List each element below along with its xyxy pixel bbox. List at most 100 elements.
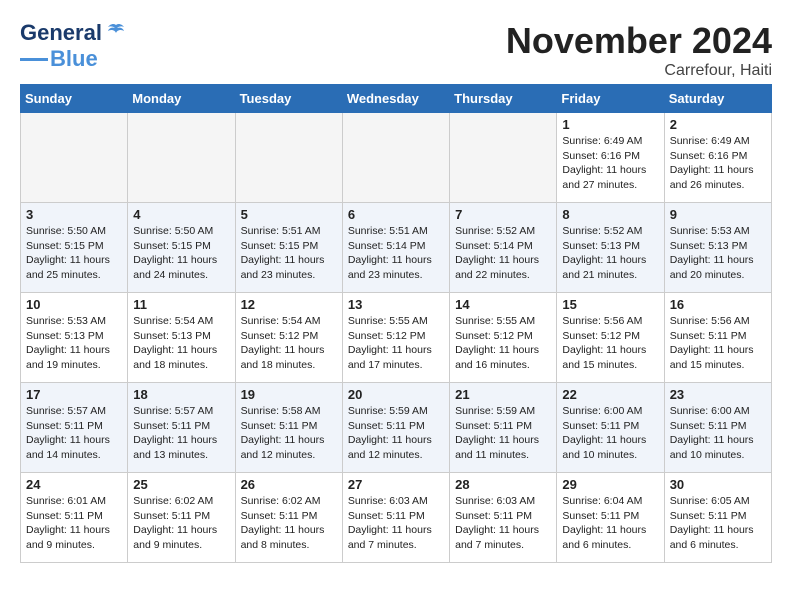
day-info: Sunrise: 5:59 AM Sunset: 5:11 PM Dayligh… <box>455 404 551 463</box>
day-info: Sunrise: 6:01 AM Sunset: 5:11 PM Dayligh… <box>26 494 122 553</box>
calendar-cell-w4-d6: 23 Sunrise: 6:00 AM Sunset: 5:11 PM Dayli… <box>664 383 771 473</box>
day-info: Sunrise: 5:53 AM Sunset: 5:13 PM Dayligh… <box>26 314 122 373</box>
day-number: 30 <box>670 477 766 492</box>
calendar-cell-w1-d6: 2 Sunrise: 6:49 AM Sunset: 6:16 PM Daylig… <box>664 113 771 203</box>
day-info: Sunrise: 6:05 AM Sunset: 5:11 PM Dayligh… <box>670 494 766 553</box>
day-number: 23 <box>670 387 766 402</box>
calendar-cell-w2-d0: 3 Sunrise: 5:50 AM Sunset: 5:15 PM Daylig… <box>21 203 128 293</box>
calendar-cell-w4-d0: 17 Sunrise: 5:57 AM Sunset: 5:11 PM Dayli… <box>21 383 128 473</box>
logo-bird-icon <box>104 21 128 45</box>
week-row-5: 24 Sunrise: 6:01 AM Sunset: 5:11 PM Dayli… <box>21 473 772 563</box>
calendar-cell-w5-d3: 27Sunrise: 6:03 AM Sunset: 5:11 PM Dayli… <box>342 473 449 563</box>
logo: General Blue <box>20 20 128 72</box>
header-wednesday: Wednesday <box>342 85 449 113</box>
day-info: Sunrise: 5:51 AM Sunset: 5:14 PM Dayligh… <box>348 224 444 283</box>
day-info: Sunrise: 5:53 AM Sunset: 5:13 PM Dayligh… <box>670 224 766 283</box>
calendar-cell-w4-d1: 18Sunrise: 5:57 AM Sunset: 5:11 PM Dayli… <box>128 383 235 473</box>
calendar-cell-w1-d3 <box>342 113 449 203</box>
week-row-3: 10 Sunrise: 5:53 AM Sunset: 5:13 PM Dayli… <box>21 293 772 383</box>
day-number: 2 <box>670 117 766 132</box>
day-info: Sunrise: 5:50 AM Sunset: 5:15 PM Dayligh… <box>133 224 229 283</box>
calendar-cell-w5-d5: 29Sunrise: 6:04 AM Sunset: 5:11 PM Dayli… <box>557 473 664 563</box>
week-row-4: 17 Sunrise: 5:57 AM Sunset: 5:11 PM Dayli… <box>21 383 772 473</box>
calendar-cell-w1-d1 <box>128 113 235 203</box>
day-number: 26 <box>241 477 337 492</box>
header-saturday: Saturday <box>664 85 771 113</box>
day-info: Sunrise: 6:49 AM Sunset: 6:16 PM Dayligh… <box>670 134 766 193</box>
calendar-cell-w1-d0 <box>21 113 128 203</box>
calendar-cell-w4-d4: 21 Sunrise: 5:59 AM Sunset: 5:11 PM Dayli… <box>450 383 557 473</box>
calendar-cell-w3-d4: 14 Sunrise: 5:55 AM Sunset: 5:12 PM Dayli… <box>450 293 557 383</box>
calendar-cell-w5-d4: 28 Sunrise: 6:03 AM Sunset: 5:11 PM Dayli… <box>450 473 557 563</box>
calendar-cell-w2-d5: 8 Sunrise: 5:52 AM Sunset: 5:13 PM Daylig… <box>557 203 664 293</box>
calendar-cell-w4-d3: 20Sunrise: 5:59 AM Sunset: 5:11 PM Dayli… <box>342 383 449 473</box>
day-number: 14 <box>455 297 551 312</box>
logo-text-blue: Blue <box>50 46 98 72</box>
calendar-cell-w2-d2: 5Sunrise: 5:51 AM Sunset: 5:15 PM Daylig… <box>235 203 342 293</box>
calendar-cell-w3-d2: 12Sunrise: 5:54 AM Sunset: 5:12 PM Dayli… <box>235 293 342 383</box>
day-number: 13 <box>348 297 444 312</box>
day-info: Sunrise: 6:00 AM Sunset: 5:11 PM Dayligh… <box>562 404 658 463</box>
day-number: 11 <box>133 297 229 312</box>
day-number: 4 <box>133 207 229 222</box>
day-info: Sunrise: 5:52 AM Sunset: 5:13 PM Dayligh… <box>562 224 658 283</box>
calendar-cell-w1-d5: 1Sunrise: 6:49 AM Sunset: 6:16 PM Daylig… <box>557 113 664 203</box>
day-info: Sunrise: 6:04 AM Sunset: 5:11 PM Dayligh… <box>562 494 658 553</box>
day-info: Sunrise: 5:54 AM Sunset: 5:13 PM Dayligh… <box>133 314 229 373</box>
calendar-cell-w3-d1: 11 Sunrise: 5:54 AM Sunset: 5:13 PM Dayli… <box>128 293 235 383</box>
calendar-cell-w2-d4: 7 Sunrise: 5:52 AM Sunset: 5:14 PM Daylig… <box>450 203 557 293</box>
calendar-cell-w3-d3: 13 Sunrise: 5:55 AM Sunset: 5:12 PM Dayli… <box>342 293 449 383</box>
week-row-2: 3 Sunrise: 5:50 AM Sunset: 5:15 PM Daylig… <box>21 203 772 293</box>
calendar-cell-w3-d5: 15Sunrise: 5:56 AM Sunset: 5:12 PM Dayli… <box>557 293 664 383</box>
day-info: Sunrise: 5:54 AM Sunset: 5:12 PM Dayligh… <box>241 314 337 373</box>
day-number: 1 <box>562 117 658 132</box>
day-number: 21 <box>455 387 551 402</box>
day-info: Sunrise: 6:02 AM Sunset: 5:11 PM Dayligh… <box>241 494 337 553</box>
day-info: Sunrise: 5:56 AM Sunset: 5:11 PM Dayligh… <box>670 314 766 373</box>
day-number: 5 <box>241 207 337 222</box>
calendar-cell-w5-d1: 25 Sunrise: 6:02 AM Sunset: 5:11 PM Dayli… <box>128 473 235 563</box>
header-monday: Monday <box>128 85 235 113</box>
day-number: 22 <box>562 387 658 402</box>
day-number: 24 <box>26 477 122 492</box>
day-info: Sunrise: 6:02 AM Sunset: 5:11 PM Dayligh… <box>133 494 229 553</box>
title-area: November 2024 Carrefour, Haiti <box>506 20 772 80</box>
day-info: Sunrise: 6:03 AM Sunset: 5:11 PM Dayligh… <box>455 494 551 553</box>
day-number: 28 <box>455 477 551 492</box>
header: General Blue November 2024 Carrefour, Ha… <box>20 20 772 80</box>
calendar-cell-w3-d6: 16Sunrise: 5:56 AM Sunset: 5:11 PM Dayli… <box>664 293 771 383</box>
day-number: 19 <box>241 387 337 402</box>
day-number: 8 <box>562 207 658 222</box>
calendar-cell-w1-d2 <box>235 113 342 203</box>
day-number: 17 <box>26 387 122 402</box>
calendar-cell-w5-d2: 26 Sunrise: 6:02 AM Sunset: 5:11 PM Dayli… <box>235 473 342 563</box>
header-sunday: Sunday <box>21 85 128 113</box>
day-number: 6 <box>348 207 444 222</box>
day-info: Sunrise: 5:52 AM Sunset: 5:14 PM Dayligh… <box>455 224 551 283</box>
calendar-cell-w1-d4 <box>450 113 557 203</box>
day-number: 20 <box>348 387 444 402</box>
day-info: Sunrise: 5:56 AM Sunset: 5:12 PM Dayligh… <box>562 314 658 373</box>
day-number: 27 <box>348 477 444 492</box>
day-number: 25 <box>133 477 229 492</box>
day-number: 7 <box>455 207 551 222</box>
calendar-header-row: Sunday Monday Tuesday Wednesday Thursday… <box>21 85 772 113</box>
day-info: Sunrise: 6:00 AM Sunset: 5:11 PM Dayligh… <box>670 404 766 463</box>
day-info: Sunrise: 5:55 AM Sunset: 5:12 PM Dayligh… <box>348 314 444 373</box>
header-friday: Friday <box>557 85 664 113</box>
day-info: Sunrise: 5:55 AM Sunset: 5:12 PM Dayligh… <box>455 314 551 373</box>
location: Carrefour, Haiti <box>506 62 772 80</box>
logo-divider <box>20 58 48 61</box>
day-number: 3 <box>26 207 122 222</box>
day-info: Sunrise: 5:50 AM Sunset: 5:15 PM Dayligh… <box>26 224 122 283</box>
calendar-cell-w4-d2: 19Sunrise: 5:58 AM Sunset: 5:11 PM Dayli… <box>235 383 342 473</box>
calendar-cell-w5-d0: 24 Sunrise: 6:01 AM Sunset: 5:11 PM Dayli… <box>21 473 128 563</box>
day-info: Sunrise: 5:57 AM Sunset: 5:11 PM Dayligh… <box>26 404 122 463</box>
calendar-cell-w2-d6: 9 Sunrise: 5:53 AM Sunset: 5:13 PM Daylig… <box>664 203 771 293</box>
calendar-cell-w5-d6: 30 Sunrise: 6:05 AM Sunset: 5:11 PM Dayli… <box>664 473 771 563</box>
calendar-cell-w2-d1: 4 Sunrise: 5:50 AM Sunset: 5:15 PM Daylig… <box>128 203 235 293</box>
day-number: 10 <box>26 297 122 312</box>
day-number: 9 <box>670 207 766 222</box>
calendar-cell-w4-d5: 22 Sunrise: 6:00 AM Sunset: 5:11 PM Dayli… <box>557 383 664 473</box>
day-info: Sunrise: 5:57 AM Sunset: 5:11 PM Dayligh… <box>133 404 229 463</box>
